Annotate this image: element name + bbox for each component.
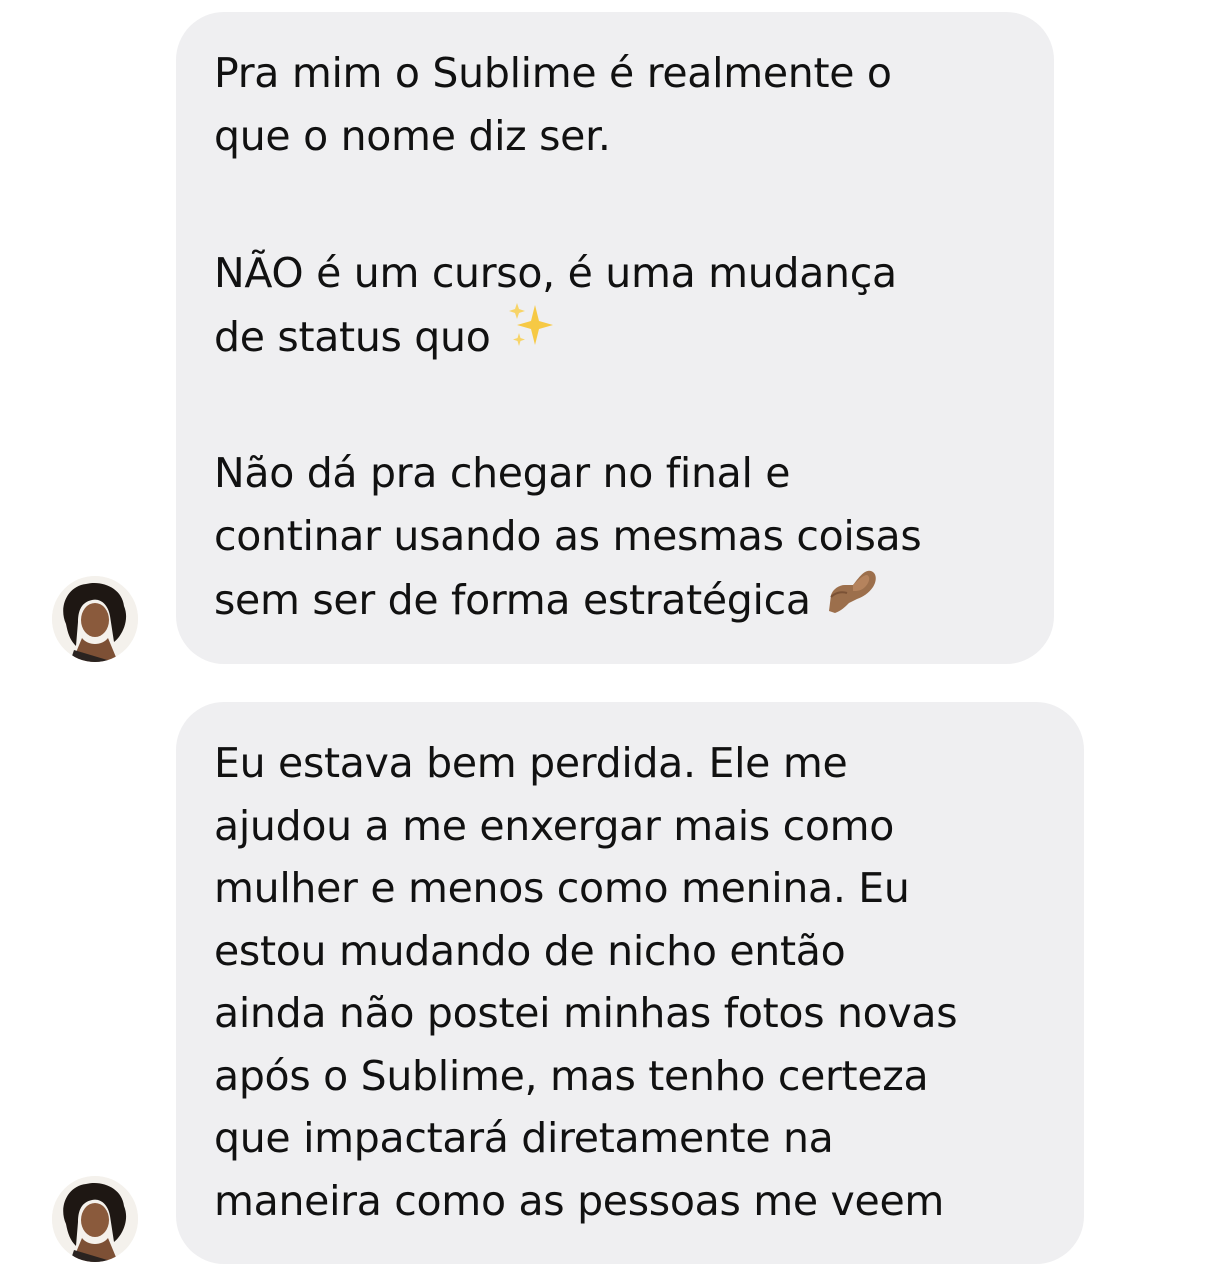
message-line: que impactará diretamente na (214, 1114, 834, 1162)
message-line: NÃO é um curso, é uma mudança (214, 249, 897, 297)
avatar-photo-icon (52, 1176, 138, 1262)
avatar-photo-icon (52, 576, 138, 662)
message-line: após o Sublime, mas tenho certeza (214, 1051, 929, 1100)
message-paragraph: NÃO é um curso, é uma mudança de status … (214, 242, 1020, 367)
message-line: estou mudando de nicho então (214, 926, 846, 975)
message-line: que o nome diz ser. (214, 111, 611, 160)
message-paragraph: Pra mim o Sublime é realmente o que o no… (214, 42, 1020, 167)
contact-avatar[interactable] (52, 576, 138, 662)
message-line: mulher e menos como menina. Eu (214, 864, 910, 912)
message-paragraph: Eu estava bem perdida. Ele me ajudou a m… (214, 732, 1050, 1232)
message-thread: Pra mim o Sublime é realmente o que o no… (0, 0, 1229, 1280)
sparkles-emoji-icon (505, 299, 557, 369)
message-bubble[interactable]: Pra mim o Sublime é realmente o que o no… (176, 12, 1054, 664)
message-line: Não dá pra chegar no final e (214, 449, 791, 497)
message-line: maneira como as pessoas me veem (214, 1176, 945, 1225)
message-line: Eu estava bem perdida. Ele me (214, 739, 848, 787)
contact-avatar[interactable] (52, 1176, 138, 1262)
message-line: sem ser de forma estratégica (214, 575, 811, 624)
message-line: Pra mim o Sublime é realmente o (214, 49, 892, 97)
message-paragraph: Não dá pra chegar no final e continar us… (214, 442, 1020, 630)
message-bubble[interactable]: Eu estava bem perdida. Ele me ajudou a m… (176, 702, 1084, 1264)
message-line: ajudou a me enxergar mais como (214, 801, 895, 850)
message-line: continar usando as mesmas coisas (214, 511, 922, 560)
pinched-fingers-emoji-icon (825, 561, 879, 633)
message-line: ainda não postei minhas fotos novas (214, 989, 958, 1037)
message-line: de status quo (214, 312, 491, 361)
